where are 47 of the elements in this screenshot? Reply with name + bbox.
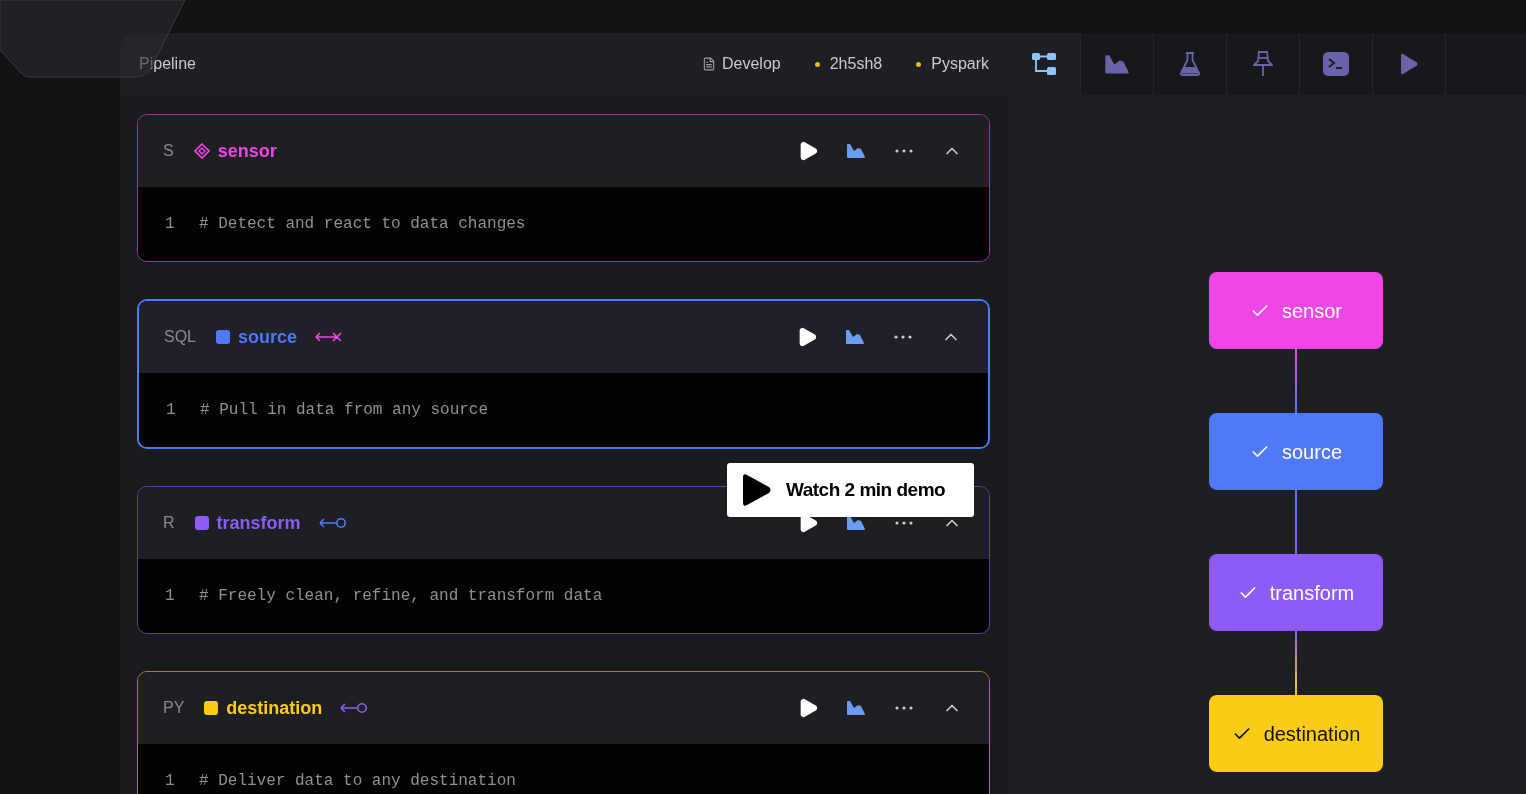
- pushpin-icon: [1253, 51, 1273, 77]
- cell-name: sensor: [217, 139, 277, 163]
- notebook-title: Pipeline: [139, 54, 196, 74]
- connector-line: [1295, 349, 1297, 413]
- connector-line: [1295, 631, 1297, 695]
- node-label: destination: [1263, 721, 1361, 747]
- watch-demo-toast[interactable]: Watch 2 min demo: [727, 463, 974, 517]
- code-line: # Detect and react to data changes: [199, 214, 526, 235]
- cell-name: destination: [226, 696, 323, 720]
- terminal-icon: [1323, 52, 1349, 76]
- more-icon: [895, 521, 913, 525]
- link-connected-icon: [318, 517, 347, 529]
- file-icon: [702, 57, 716, 71]
- language-label: R: [163, 513, 175, 533]
- play-icon: [1399, 53, 1419, 75]
- pipeline-node[interactable]: source: [1209, 413, 1383, 490]
- connector-line: [1295, 490, 1297, 554]
- line-number: 1: [165, 771, 176, 792]
- cell-name: source: [238, 325, 298, 349]
- link-connected-icon: [340, 702, 369, 714]
- node-label: sensor: [1282, 298, 1342, 324]
- line-number: 1: [166, 400, 177, 421]
- hierarchy-icon: [1031, 52, 1057, 76]
- pipeline-node[interactable]: transform: [1209, 554, 1383, 631]
- pipeline-node[interactable]: destination: [1209, 695, 1383, 772]
- language-label: SQL: [164, 327, 196, 347]
- node-label: source: [1282, 439, 1342, 465]
- node-label: transform: [1269, 580, 1355, 606]
- cell-name: transform: [216, 511, 301, 535]
- link-broken-icon: [315, 331, 344, 343]
- line-number: 1: [165, 586, 176, 607]
- code-line: # Freely clean, refine, and transform data: [199, 586, 603, 607]
- code-line: # Pull in data from any source: [200, 400, 489, 421]
- meta-label: Develop: [722, 54, 781, 74]
- language-label: PY: [163, 698, 185, 718]
- more-icon: [895, 149, 913, 153]
- pipeline-node[interactable]: sensor: [1209, 272, 1383, 349]
- line-number: 1: [165, 214, 176, 235]
- play-icon: [740, 473, 772, 507]
- area-chart-icon: [1104, 53, 1130, 75]
- more-icon: [895, 706, 913, 710]
- meta-label: 2h5sh8: [829, 54, 883, 74]
- code-line: # Deliver data to any destination: [199, 771, 516, 792]
- language-label: S: [163, 141, 174, 161]
- flask-icon: [1179, 52, 1201, 76]
- more-icon: [894, 335, 912, 339]
- meta-label: Pyspark: [931, 54, 989, 74]
